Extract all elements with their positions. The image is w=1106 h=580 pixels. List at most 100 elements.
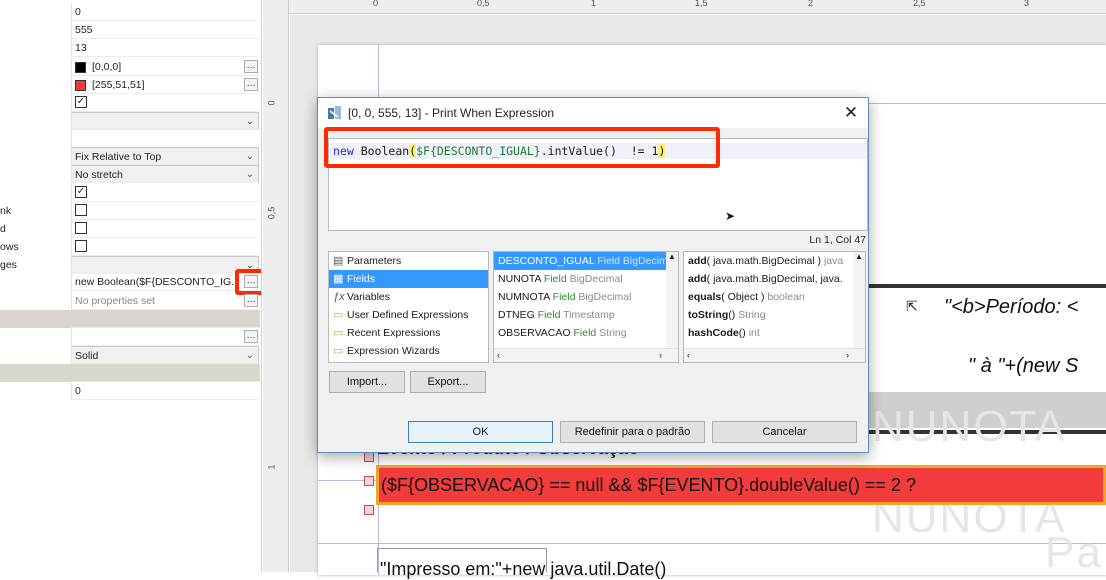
- property-row-print-when-expression[interactable]: new Boolean($F{DESCONTO_IG... …: [0, 273, 260, 291]
- chevron-down-icon: ⌄: [245, 116, 254, 127]
- ellipsis-button[interactable]: …: [244, 294, 258, 307]
- method-item[interactable]: add( java.math.BigDecimal, java.: [684, 270, 865, 288]
- category-item-fields[interactable]: ▦ Fields: [329, 270, 488, 288]
- field-item[interactable]: OBSERVACAO Field String: [494, 324, 678, 342]
- cancel-button[interactable]: Cancelar: [712, 421, 857, 443]
- method-item[interactable]: toString() String: [684, 306, 865, 324]
- chevron-left-icon[interactable]: ‹: [497, 350, 500, 360]
- folder-icon: ▭: [333, 309, 344, 321]
- checkbox-checked[interactable]: ✓: [75, 186, 87, 199]
- property-row-backcolor[interactable]: [255,51,51] …: [0, 76, 260, 94]
- ellipsis-button[interactable]: …: [244, 330, 258, 343]
- method-item[interactable]: hashCode() int: [684, 324, 865, 342]
- line-style-value: Solid: [75, 350, 99, 362]
- date-range-textfield[interactable]: " à "+(new S: [968, 355, 1078, 378]
- chevron-left-icon[interactable]: ‹: [687, 350, 690, 360]
- property-row[interactable]: 13: [0, 39, 260, 57]
- resize-handle[interactable]: [364, 505, 374, 515]
- field-item[interactable]: NUNOTA Field BigDecimal: [494, 270, 678, 288]
- checkbox-unchecked[interactable]: [75, 204, 87, 217]
- property-row-position-type[interactable]: Fix Relative to Top ⌄: [0, 147, 260, 165]
- position-type-value: Fix Relative to Top: [75, 151, 162, 163]
- properties-value: No properties set: [75, 295, 155, 307]
- section-header[interactable]: [0, 364, 260, 382]
- property-row[interactable]: No properties set …: [0, 292, 260, 310]
- periodo-textfield[interactable]: "<b>Período: <: [944, 296, 1078, 319]
- chevron-down-icon: ⌄: [245, 151, 254, 162]
- property-row[interactable]: 0: [0, 3, 260, 21]
- print-when-expression-dialog: [0, 0, 555, 13] - Print When Expression …: [317, 97, 869, 453]
- property-row-forecolor[interactable]: [0,0,0] …: [0, 58, 260, 76]
- selected-textfield[interactable]: ($F{OBSERVACAO} == null && $F{EVENTO}.do…: [376, 465, 1106, 505]
- section-header[interactable]: [0, 310, 260, 328]
- property-value[interactable]: 0: [71, 3, 259, 21]
- property-row-line-style[interactable]: Solid ⌄: [0, 346, 260, 364]
- ghost-field-text: Pa: [1045, 528, 1103, 577]
- property-row[interactable]: d: [0, 220, 260, 238]
- field-item[interactable]: NUMNOTA Field BigDecimal: [494, 288, 678, 306]
- print-date-textfield[interactable]: "Impresso em:"+new java.util.Date(): [380, 559, 666, 580]
- chevron-right-icon[interactable]: ›: [846, 350, 849, 360]
- horizontal-ruler: 0 0,5 1 1,5 2 2,5 3: [289, 0, 1106, 14]
- app-icon: [328, 106, 341, 119]
- import-button[interactable]: Import...: [329, 371, 405, 393]
- color-swatch: [75, 61, 86, 73]
- property-row[interactable]: ows: [0, 238, 260, 256]
- property-row[interactable]: …: [0, 328, 260, 346]
- property-row[interactable]: ⌄: [0, 112, 260, 130]
- checkbox-checked[interactable]: ✓: [75, 96, 87, 109]
- category-list[interactable]: ▤ Parameters ▦ Fields ƒx Variables ▭ User De…: [328, 251, 489, 363]
- text-cursor-icon: ➤: [725, 209, 736, 223]
- field-item[interactable]: DTNEG Field Timestamp: [494, 306, 678, 324]
- resize-handle[interactable]: [364, 452, 374, 462]
- property-row[interactable]: ✓: [0, 184, 260, 202]
- folder-icon: ▭: [333, 327, 344, 339]
- vertical-scrollbar[interactable]: ▲: [853, 252, 865, 348]
- property-row[interactable]: [0, 130, 260, 148]
- ellipsis-button[interactable]: …: [244, 60, 258, 73]
- category-item-variables[interactable]: ƒx Variables: [329, 288, 488, 306]
- vertical-scrollbar[interactable]: ▲: [666, 252, 678, 348]
- fx-icon: ƒx: [333, 291, 345, 303]
- dialog-title: [0, 0, 555, 13] - Print When Expression: [348, 106, 555, 120]
- combo-box[interactable]: ⌄: [71, 256, 259, 274]
- checkbox-unchecked[interactable]: [75, 222, 87, 235]
- property-row-stretch-type[interactable]: No stretch ⌄: [0, 165, 260, 183]
- property-row[interactable]: ✓: [0, 94, 260, 112]
- combo-box[interactable]: ⌄: [71, 112, 259, 130]
- mouse-cursor-icon: ⇱: [906, 298, 918, 314]
- checkbox-unchecked[interactable]: [75, 240, 87, 253]
- reset-default-button[interactable]: Redefinir para o padrão: [560, 421, 705, 443]
- category-item-parameters[interactable]: ▤ Parameters: [329, 252, 488, 270]
- category-item-wizards[interactable]: ▭ Expression Wizards: [329, 342, 488, 360]
- method-item[interactable]: equals( Object ) boolean: [684, 288, 865, 306]
- forecolor-value: [0,0,0]: [92, 61, 122, 73]
- ellipsis-button[interactable]: …: [244, 78, 258, 91]
- property-row[interactable]: nk: [0, 202, 260, 220]
- field-item[interactable]: DESCONTO_IGUAL Field BigDecim: [494, 252, 678, 270]
- property-value[interactable]: 13: [71, 39, 259, 57]
- category-item-recent[interactable]: ▭ Recent Expressions: [329, 324, 488, 342]
- methods-list[interactable]: add( java.math.BigDecimal ) java add( ja…: [683, 251, 866, 363]
- horizontal-scrollbar[interactable]: ‹ ›: [494, 348, 678, 362]
- category-item-user-defined[interactable]: ▭ User Defined Expressions: [329, 306, 488, 324]
- property-row[interactable]: ges ⌄: [0, 256, 260, 274]
- print-when-expression-value: new Boolean($F{DESCONTO_IG...: [75, 276, 240, 288]
- chevron-down-icon: ⌄: [245, 169, 254, 180]
- ok-button[interactable]: OK: [408, 421, 553, 443]
- parameters-icon: ▤: [333, 255, 344, 267]
- resize-handle[interactable]: [364, 476, 374, 486]
- color-swatch: [75, 79, 86, 91]
- dialog-titlebar[interactable]: [0, 0, 555, 13] - Print When Expression …: [318, 98, 868, 128]
- property-value[interactable]: 555: [71, 21, 259, 39]
- fields-list[interactable]: DESCONTO_IGUAL Field BigDecim NUNOTA Fie…: [493, 251, 679, 363]
- property-row[interactable]: 0: [0, 382, 260, 400]
- export-button[interactable]: Export...: [410, 371, 486, 393]
- ghost-field-text: NUNOTA: [872, 402, 1067, 451]
- horizontal-scrollbar[interactable]: ‹ ›: [684, 348, 865, 362]
- close-icon[interactable]: ✕: [840, 102, 862, 124]
- property-row[interactable]: 555: [0, 21, 260, 39]
- stretch-type-value: No stretch: [75, 169, 123, 181]
- method-item[interactable]: add( java.math.BigDecimal ) java: [684, 252, 865, 270]
- chevron-right-icon[interactable]: ›: [659, 350, 662, 360]
